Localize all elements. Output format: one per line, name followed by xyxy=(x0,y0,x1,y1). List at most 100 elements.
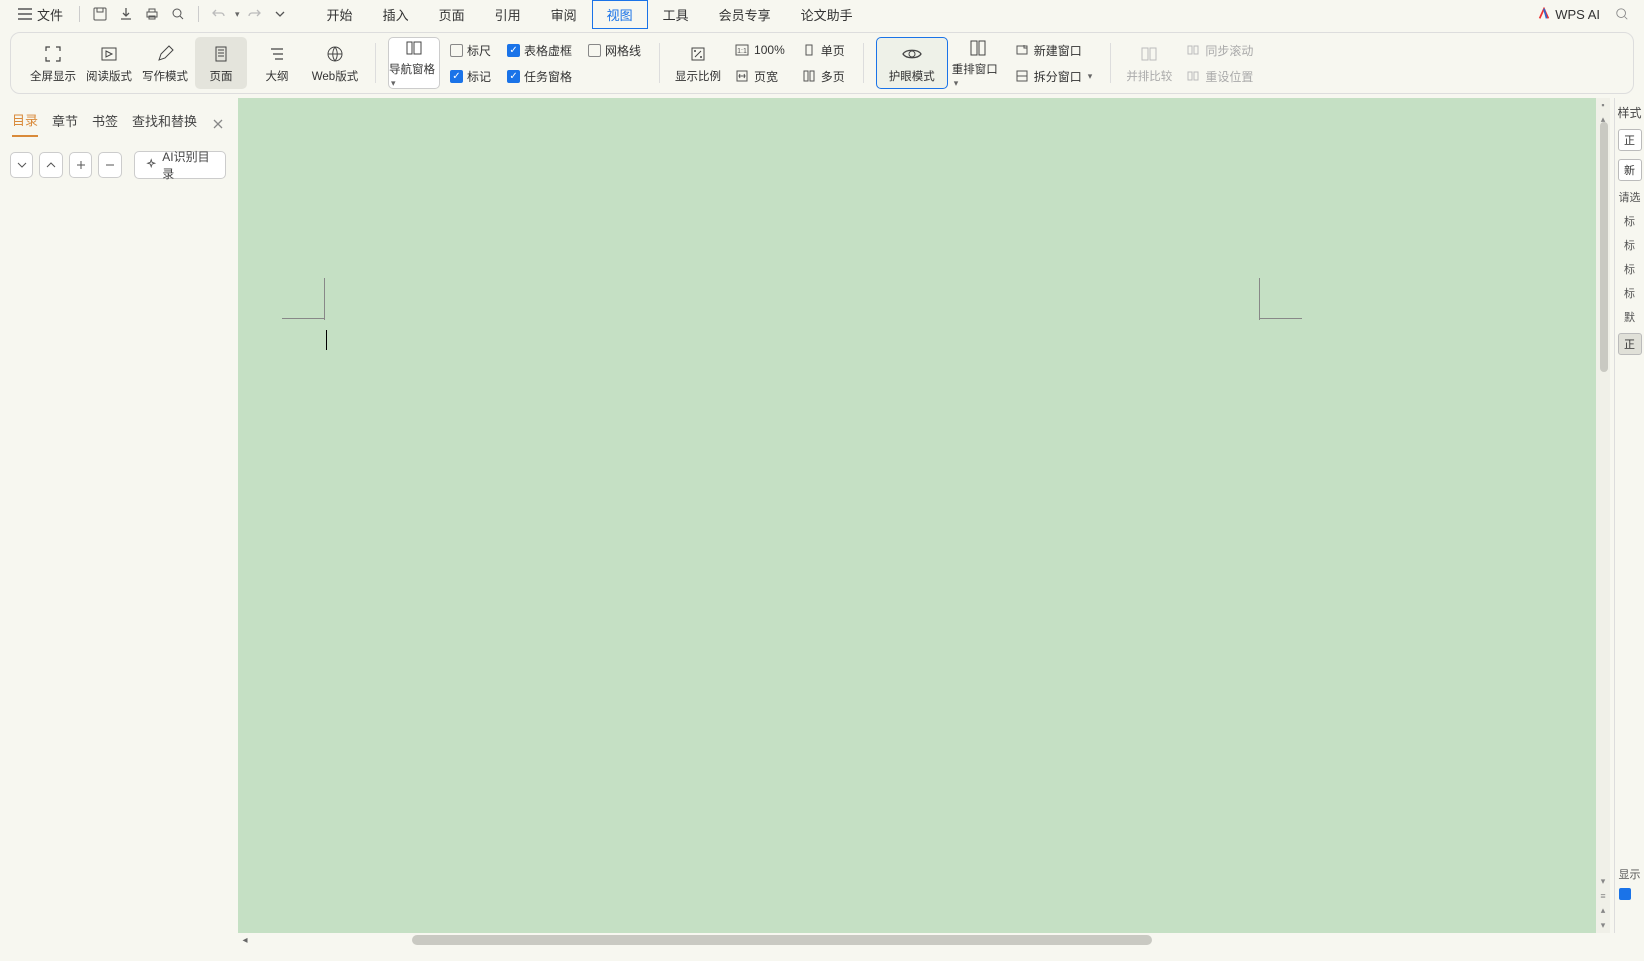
tab-page[interactable]: 页面 xyxy=(424,0,480,29)
taskpane-checkbox[interactable]: ✓任务窗格 xyxy=(501,64,578,88)
outline-button[interactable]: 大纲 xyxy=(251,37,303,89)
outline-icon xyxy=(266,43,288,65)
style-normal[interactable]: 正 xyxy=(1618,129,1642,151)
navigation-pane: 目录 章节 书签 查找和替换 AI识别目录 xyxy=(0,98,236,933)
eye-protect-label: 护眼模式 xyxy=(889,68,935,84)
redo-icon xyxy=(246,6,262,22)
scroll-top-button[interactable]: ▪ xyxy=(1601,100,1604,110)
scroll-marker[interactable]: ≡ xyxy=(1600,891,1605,901)
scroll-marker[interactable]: ▾ xyxy=(1601,920,1606,931)
document-area[interactable] xyxy=(238,98,1596,933)
outline-label: 大纲 xyxy=(266,68,289,84)
tab-member[interactable]: 会员专享 xyxy=(704,0,786,29)
vertical-scrollbar[interactable] xyxy=(1600,122,1608,372)
style-new[interactable]: 新 xyxy=(1618,159,1642,181)
checkbox-icon xyxy=(588,44,601,57)
horizontal-scrollbar-area: ◂ xyxy=(238,933,1596,947)
add-button[interactable] xyxy=(69,152,92,178)
nav-tab-bookmark[interactable]: 书签 xyxy=(92,111,118,136)
web-layout-button[interactable]: Web版式 xyxy=(307,37,363,89)
search-button[interactable] xyxy=(1610,2,1634,26)
preview-icon xyxy=(170,6,186,22)
tab-view[interactable]: 视图 xyxy=(592,0,648,29)
ai-toc-label: AI识别目录 xyxy=(162,148,215,182)
arrange-icon xyxy=(967,37,989,58)
markup-checkbox[interactable]: ✓标记 xyxy=(444,64,497,88)
nav-close-button[interactable] xyxy=(212,118,224,130)
text-cursor xyxy=(326,330,327,350)
reading-icon xyxy=(98,43,120,65)
print-preview-button[interactable] xyxy=(166,2,190,26)
collapse-up-button[interactable] xyxy=(39,152,62,178)
print-icon xyxy=(144,6,160,22)
gridlines-checkbox[interactable]: 网格线 xyxy=(582,38,647,62)
web-icon xyxy=(324,43,346,65)
new-window-button[interactable]: 新建窗口 xyxy=(1008,38,1099,62)
remove-button[interactable] xyxy=(98,152,121,178)
side-by-side-button[interactable]: 并排比较 xyxy=(1123,37,1175,89)
ruler-checkbox[interactable]: 标尺 xyxy=(444,38,497,62)
tab-start[interactable]: 开始 xyxy=(312,0,368,29)
style-heading-4[interactable]: 标 xyxy=(1624,285,1635,301)
reading-mode-button[interactable]: 阅读版式 xyxy=(83,37,135,89)
multi-page-button[interactable]: 多页 xyxy=(795,64,851,88)
document-page[interactable] xyxy=(282,128,1402,933)
chevron-up-icon xyxy=(46,160,56,170)
checkbox-icon xyxy=(450,44,463,57)
writing-label: 写作模式 xyxy=(142,68,188,84)
scroll-down-button[interactable]: ▾ xyxy=(1601,876,1606,887)
nav-pane-button[interactable]: 导航窗格▾ xyxy=(388,37,440,89)
style-panel: 样式 正 新 请选 标 标 标 标 默 正 显示 xyxy=(1614,98,1644,933)
reset-icon xyxy=(1185,68,1201,84)
arrange-label: 重排窗口▾ xyxy=(952,61,1004,89)
tab-review[interactable]: 审阅 xyxy=(536,0,592,29)
hscroll-thumb[interactable] xyxy=(412,935,1152,945)
tab-insert[interactable]: 插入 xyxy=(368,0,424,29)
zoom-100-button[interactable]: 1:1100% xyxy=(728,38,791,62)
style-heading-2[interactable]: 标 xyxy=(1624,237,1635,253)
split-window-button[interactable]: 拆分窗口▾ xyxy=(1008,64,1099,88)
scroll-marker[interactable]: ▴ xyxy=(1601,905,1606,916)
tab-reference[interactable]: 引用 xyxy=(480,0,536,29)
print-button[interactable] xyxy=(140,2,164,26)
style-heading-3[interactable]: 标 xyxy=(1624,261,1635,277)
save-button[interactable] xyxy=(88,2,112,26)
writing-mode-button[interactable]: 写作模式 xyxy=(139,37,191,89)
nav-tab-chapter[interactable]: 章节 xyxy=(52,111,78,136)
undo-button[interactable] xyxy=(207,2,231,26)
single-page-button[interactable]: 单页 xyxy=(795,38,851,62)
redo-button[interactable] xyxy=(242,2,266,26)
arrange-window-button[interactable]: 重排窗口▾ xyxy=(952,37,1004,89)
fullscreen-button[interactable]: 全屏显示 xyxy=(27,37,79,89)
style-body[interactable]: 正 xyxy=(1618,333,1642,355)
nav-tab-findreplace[interactable]: 查找和替换 xyxy=(132,111,197,136)
checkbox-checked-icon: ✓ xyxy=(507,44,520,57)
fullscreen-label: 全屏显示 xyxy=(30,68,76,84)
margin-corner xyxy=(1259,278,1260,320)
tab-tools[interactable]: 工具 xyxy=(648,0,704,29)
file-menu[interactable]: 文件 xyxy=(10,2,71,27)
ai-toc-button[interactable]: AI识别目录 xyxy=(134,151,226,179)
undo-dropdown[interactable]: ▾ xyxy=(235,9,240,20)
page-view-button[interactable]: 页面 xyxy=(195,37,247,89)
tab-thesis[interactable]: 论文助手 xyxy=(786,0,868,29)
show-label: 显示 xyxy=(1619,866,1641,882)
show-checkbox[interactable] xyxy=(1619,888,1631,900)
style-heading-1[interactable]: 标 xyxy=(1624,213,1635,229)
ai-sparkle-icon xyxy=(145,158,157,172)
nav-tab-toc[interactable]: 目录 xyxy=(12,110,38,137)
hscroll-left-button[interactable]: ◂ xyxy=(238,933,252,947)
style-default[interactable]: 默 xyxy=(1624,309,1635,325)
eye-protect-button[interactable]: 护眼模式 xyxy=(876,37,948,89)
multi-page-icon xyxy=(801,68,817,84)
table-frame-checkbox[interactable]: ✓表格虚框 xyxy=(501,38,578,62)
wps-ai-button[interactable]: WPS AI xyxy=(1537,7,1600,22)
divider xyxy=(79,6,80,22)
chevron-down-icon xyxy=(274,8,286,20)
hscroll-track[interactable] xyxy=(252,935,1596,945)
more-qa-button[interactable] xyxy=(268,2,292,26)
zoom-ratio-button[interactable]: 显示比例 xyxy=(672,37,724,89)
export-button[interactable] xyxy=(114,2,138,26)
page-width-button[interactable]: 页宽 xyxy=(728,64,791,88)
expand-down-button[interactable] xyxy=(10,152,33,178)
